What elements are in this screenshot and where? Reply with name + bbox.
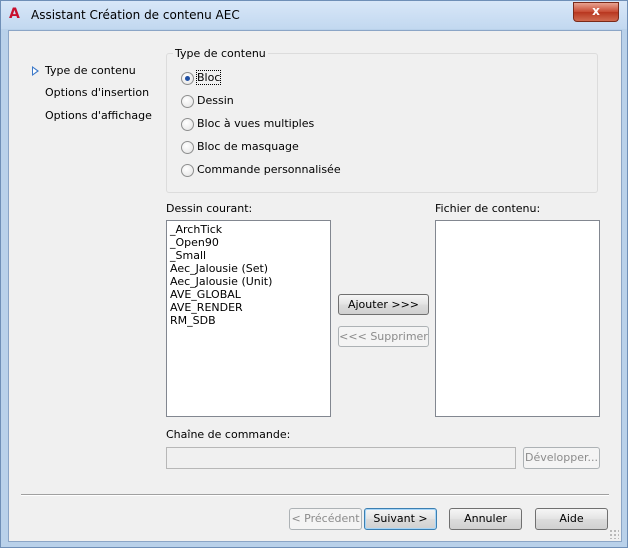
current-drawing-label: Dessin courant:: [166, 202, 253, 215]
list-item[interactable]: _ArchTick: [167, 223, 330, 236]
expand-button[interactable]: Développer...: [523, 447, 600, 469]
content-file-label: Fichier de contenu:: [435, 202, 541, 215]
dialog-window: A Assistant Création de contenu AEC x Ty…: [0, 0, 628, 548]
command-string-label: Chaîne de commande:: [166, 428, 291, 441]
content-type-legend: Type de contenu: [175, 47, 266, 60]
radio-unselected-icon[interactable]: [181, 118, 194, 131]
list-item[interactable]: _Small: [167, 249, 330, 262]
cancel-button[interactable]: Annuler: [449, 508, 522, 530]
dialog-client-area: Type de contenu Options d'insertion Opti…: [8, 30, 622, 542]
radio-unselected-icon[interactable]: [181, 95, 194, 108]
current-step-arrow-icon: [32, 66, 39, 76]
list-item[interactable]: Aec_Jalousie (Unit): [167, 275, 330, 288]
nav-item-insertion-options[interactable]: Options d'insertion: [45, 86, 149, 99]
list-item[interactable]: RM_SDB: [167, 314, 330, 327]
radio-unselected-icon[interactable]: [181, 164, 194, 177]
previous-button[interactable]: < Précédent: [289, 508, 362, 530]
radio-unselected-icon[interactable]: [181, 141, 194, 154]
resize-grip-icon[interactable]: [609, 529, 619, 539]
current-drawing-list[interactable]: _ArchTick _Open90 _Small Aec_Jalousie (S…: [166, 220, 331, 417]
help-button[interactable]: Aide: [535, 508, 608, 530]
remove-button[interactable]: <<< Supprimer: [338, 326, 429, 347]
title-bar[interactable]: A Assistant Création de contenu AEC x: [1, 1, 627, 29]
radio-multiview-block-label: Bloc à vues multiples: [197, 117, 315, 130]
next-button[interactable]: Suivant >: [364, 508, 437, 530]
list-item[interactable]: Aec_Jalousie (Set): [167, 262, 330, 275]
list-item[interactable]: AVE_RENDER: [167, 301, 330, 314]
content-file-list[interactable]: [435, 220, 600, 417]
command-string-input[interactable]: [166, 447, 516, 469]
nav-item-content-type[interactable]: Type de contenu: [45, 64, 136, 77]
close-icon: x: [592, 4, 600, 18]
list-item[interactable]: AVE_GLOBAL: [167, 288, 330, 301]
radio-custom-command-label: Commande personnalisée: [197, 163, 341, 176]
nav-item-display-options[interactable]: Options d'affichage: [45, 109, 152, 122]
add-button[interactable]: Ajouter >>>: [338, 294, 429, 315]
radio-block-label: Bloc: [195, 70, 222, 85]
window-title: Assistant Création de contenu AEC: [31, 8, 240, 22]
footer-separator: [21, 494, 609, 496]
autocad-logo-icon: A: [9, 6, 20, 22]
radio-mask-block-label: Bloc de masquage: [197, 140, 299, 153]
radio-drawing-label: Dessin: [197, 94, 234, 107]
radio-selected-icon[interactable]: [181, 72, 194, 85]
close-button[interactable]: x: [573, 2, 619, 22]
list-item[interactable]: _Open90: [167, 236, 330, 249]
